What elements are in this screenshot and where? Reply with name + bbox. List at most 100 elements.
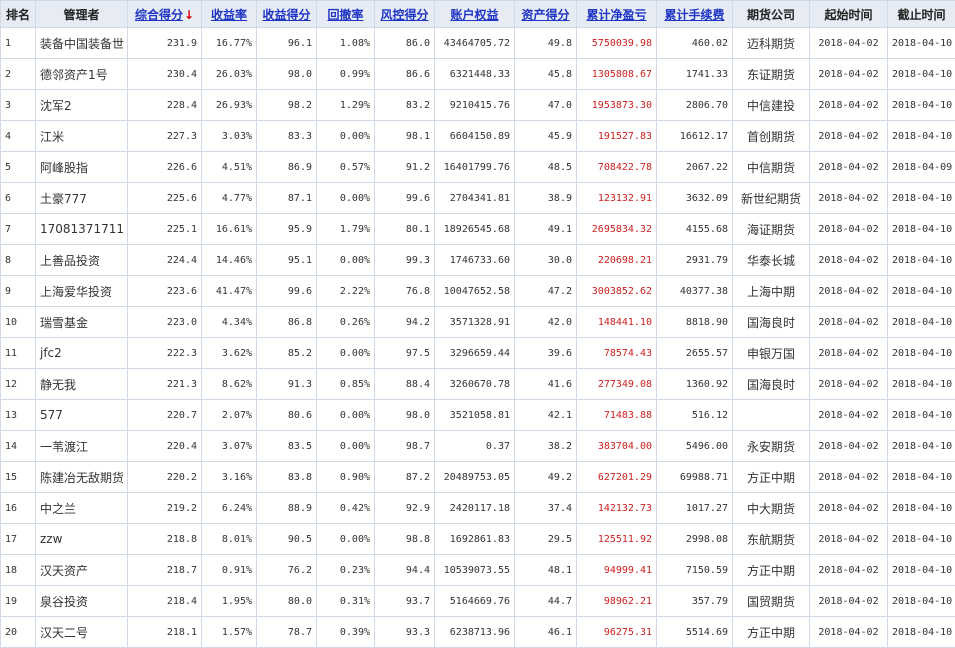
drawdown-rate-cell: 0.26% bbox=[317, 307, 375, 338]
asset-score-cell: 29.5 bbox=[515, 524, 577, 555]
manager-cell: 土豪777 bbox=[36, 183, 128, 214]
manager-cell: 577 bbox=[36, 400, 128, 431]
table-row: 18汉天资产218.70.91%76.20.23%94.410539073.55… bbox=[1, 555, 955, 586]
risk-score-cell: 92.9 bbox=[375, 493, 435, 524]
composite-score-cell: 220.4 bbox=[128, 431, 202, 462]
header-start-date: 起始时间 bbox=[810, 1, 888, 28]
return-rate-cell: 3.16% bbox=[202, 462, 257, 493]
net-profit-cell: 1305808.67 bbox=[577, 59, 657, 90]
header-asset-score[interactable]: 资产得分 bbox=[515, 1, 577, 28]
return-rate-cell: 16.77% bbox=[202, 28, 257, 59]
rank-cell: 2 bbox=[1, 59, 36, 90]
commission-cell: 2806.70 bbox=[657, 90, 733, 121]
rank-cell: 5 bbox=[1, 152, 36, 183]
end-date-cell: 2018-04-10 bbox=[888, 493, 955, 524]
drawdown-rate-cell: 0.23% bbox=[317, 555, 375, 586]
net-profit-cell: 627201.29 bbox=[577, 462, 657, 493]
composite-score-cell: 223.0 bbox=[128, 307, 202, 338]
return-score-cell: 98.2 bbox=[257, 90, 317, 121]
table-header: 排名管理者综合得分↓收益率收益得分回撤率风控得分账户权益资产得分累计净盈亏累计手… bbox=[1, 1, 955, 28]
table-row: 15陈建冶无敌期货220.23.16%83.80.90%87.220489753… bbox=[1, 462, 955, 493]
rank-cell: 14 bbox=[1, 431, 36, 462]
drawdown-rate-cell: 2.22% bbox=[317, 276, 375, 307]
risk-score-cell: 80.1 bbox=[375, 214, 435, 245]
asset-score-cell: 48.1 bbox=[515, 555, 577, 586]
net-profit-cell: 191527.83 bbox=[577, 121, 657, 152]
header-commission[interactable]: 累计手续费 bbox=[657, 1, 733, 28]
end-date-cell: 2018-04-09 bbox=[888, 152, 955, 183]
manager-cell: 上海爱华投资 bbox=[36, 276, 128, 307]
header-account-equity[interactable]: 账户权益 bbox=[435, 1, 515, 28]
drawdown-rate-cell: 0.42% bbox=[317, 493, 375, 524]
return-rate-cell: 6.24% bbox=[202, 493, 257, 524]
composite-score-cell: 225.6 bbox=[128, 183, 202, 214]
return-rate-cell: 2.07% bbox=[202, 400, 257, 431]
header-net-profit[interactable]: 累计净盈亏 bbox=[577, 1, 657, 28]
return-rate-cell: 8.62% bbox=[202, 369, 257, 400]
return-score-cell: 83.8 bbox=[257, 462, 317, 493]
header-return-rate[interactable]: 收益率 bbox=[202, 1, 257, 28]
commission-cell: 460.02 bbox=[657, 28, 733, 59]
return-rate-cell: 26.93% bbox=[202, 90, 257, 121]
return-rate-cell: 0.91% bbox=[202, 555, 257, 586]
composite-score-cell: 223.6 bbox=[128, 276, 202, 307]
end-date-cell: 2018-04-10 bbox=[888, 524, 955, 555]
rank-cell: 17 bbox=[1, 524, 36, 555]
end-date-cell: 2018-04-10 bbox=[888, 369, 955, 400]
table-row: 17zzw218.88.01%90.50.00%98.81692861.8329… bbox=[1, 524, 955, 555]
commission-cell: 1017.27 bbox=[657, 493, 733, 524]
sort-desc-arrow-icon[interactable]: ↓ bbox=[184, 8, 194, 22]
end-date-cell: 2018-04-10 bbox=[888, 183, 955, 214]
composite-score-cell: 220.7 bbox=[128, 400, 202, 431]
commission-cell: 516.12 bbox=[657, 400, 733, 431]
manager-cell: 装备中国装备世 bbox=[36, 28, 128, 59]
net-profit-cell: 708422.78 bbox=[577, 152, 657, 183]
header-label: 起始时间 bbox=[824, 8, 872, 22]
table-row: 13577220.72.07%80.60.00%98.03521058.8142… bbox=[1, 400, 955, 431]
commission-cell: 2998.08 bbox=[657, 524, 733, 555]
futures-company-cell: 华泰长城 bbox=[733, 245, 810, 276]
commission-cell: 69988.71 bbox=[657, 462, 733, 493]
futures-company-cell: 上海中期 bbox=[733, 276, 810, 307]
header-return-score[interactable]: 收益得分 bbox=[257, 1, 317, 28]
futures-company-cell bbox=[733, 400, 810, 431]
futures-company-cell: 中信建投 bbox=[733, 90, 810, 121]
futures-company-cell: 申银万国 bbox=[733, 338, 810, 369]
start-date-cell: 2018-04-02 bbox=[810, 400, 888, 431]
drawdown-rate-cell: 1.79% bbox=[317, 214, 375, 245]
rank-cell: 18 bbox=[1, 555, 36, 586]
futures-company-cell: 中大期货 bbox=[733, 493, 810, 524]
manager-cell: 中之兰 bbox=[36, 493, 128, 524]
return-score-cell: 83.5 bbox=[257, 431, 317, 462]
header-risk-score[interactable]: 风控得分 bbox=[375, 1, 435, 28]
ranking-table: 排名管理者综合得分↓收益率收益得分回撤率风控得分账户权益资产得分累计净盈亏累计手… bbox=[0, 0, 955, 648]
asset-score-cell: 49.2 bbox=[515, 462, 577, 493]
composite-score-cell: 218.4 bbox=[128, 586, 202, 617]
net-profit-cell: 3003852.62 bbox=[577, 276, 657, 307]
header-label: 资产得分 bbox=[521, 8, 569, 22]
drawdown-rate-cell: 0.99% bbox=[317, 59, 375, 90]
return-score-cell: 98.0 bbox=[257, 59, 317, 90]
return-rate-cell: 16.61% bbox=[202, 214, 257, 245]
manager-cell: 陈建冶无敌期货 bbox=[36, 462, 128, 493]
risk-score-cell: 94.2 bbox=[375, 307, 435, 338]
header-label: 管理者 bbox=[63, 8, 99, 22]
header-label: 回撤率 bbox=[327, 8, 363, 22]
header-composite-score[interactable]: 综合得分↓ bbox=[128, 1, 202, 28]
commission-cell: 2931.79 bbox=[657, 245, 733, 276]
start-date-cell: 2018-04-02 bbox=[810, 369, 888, 400]
end-date-cell: 2018-04-10 bbox=[888, 121, 955, 152]
header-drawdown-rate[interactable]: 回撤率 bbox=[317, 1, 375, 28]
manager-cell: 沈军2 bbox=[36, 90, 128, 121]
risk-score-cell: 99.6 bbox=[375, 183, 435, 214]
rank-cell: 11 bbox=[1, 338, 36, 369]
return-rate-cell: 4.34% bbox=[202, 307, 257, 338]
futures-company-cell: 国贸期货 bbox=[733, 586, 810, 617]
start-date-cell: 2018-04-02 bbox=[810, 307, 888, 338]
header-label: 收益率 bbox=[211, 8, 247, 22]
account-equity-cell: 9210415.76 bbox=[435, 90, 515, 121]
header-label: 风控得分 bbox=[380, 8, 428, 22]
manager-cell: 汉天资产 bbox=[36, 555, 128, 586]
return-rate-cell: 14.46% bbox=[202, 245, 257, 276]
return-rate-cell: 4.77% bbox=[202, 183, 257, 214]
